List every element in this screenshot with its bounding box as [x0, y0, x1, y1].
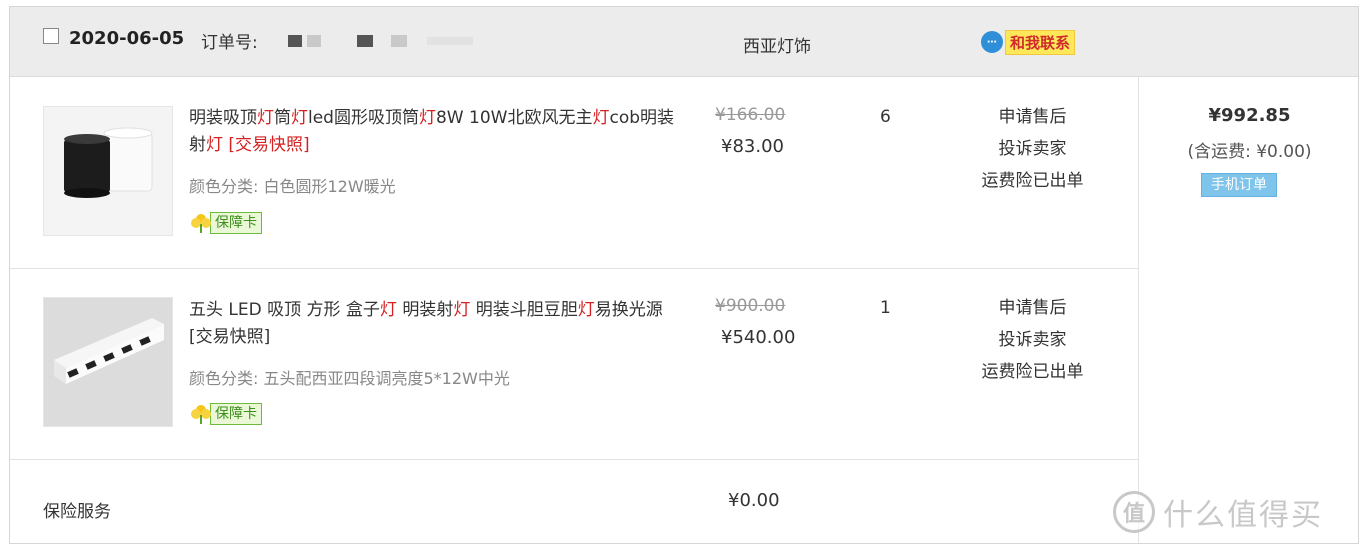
- shipping-fee: (含运费: ¥0.00): [1187, 142, 1312, 162]
- watermark-text: 什么值得买: [1163, 498, 1323, 533]
- order-card: 2020-06-05 订单号: 西亚灯饰 ⋯ 和我联系 明装吸顶灯筒灯led圆形…: [9, 6, 1359, 544]
- item-actions: 申请售后 投诉卖家 运费险已出单: [970, 101, 1095, 197]
- contact-seller-label: 和我联系: [1005, 29, 1076, 55]
- title-text: 明装斗胆豆胆: [470, 300, 578, 320]
- unit-price: ¥540.00: [721, 327, 796, 348]
- shipping-insurance-link[interactable]: 运费险已出单: [970, 356, 1095, 388]
- unit-price: ¥83.00: [721, 136, 784, 157]
- title-text: 筒: [274, 108, 291, 128]
- quantity: 1: [880, 298, 891, 318]
- original-price: ¥900.00: [715, 296, 786, 316]
- order-number-mask: [391, 35, 407, 47]
- quantity: 6: [880, 107, 891, 127]
- title-text: led圆形吸顶筒: [308, 108, 419, 128]
- item-actions: 申请售后 投诉卖家 运费险已出单: [970, 292, 1095, 388]
- order-select-checkbox[interactable]: [43, 28, 59, 44]
- guarantee-card-badge[interactable]: 保障卡: [190, 211, 262, 235]
- table-row: 五头 LED 吸顶 方形 盒子灯 明装射灯 明装斗胆豆胆灯易换光源 [交易快照]…: [10, 269, 1138, 460]
- original-price: ¥166.00: [715, 105, 786, 125]
- chat-bubble-icon: ⋯: [981, 31, 1003, 53]
- contact-seller-button[interactable]: ⋯ 和我联系: [981, 29, 1076, 55]
- order-number-label: 订单号:: [201, 33, 258, 53]
- order-date: 2020-06-05: [69, 28, 185, 49]
- order-number-mask: [288, 35, 302, 47]
- product-spec: 颜色分类: 五头配西亚四段调亮度5*12W中光: [189, 369, 510, 388]
- title-keyword-highlight: [交易快照]: [223, 135, 310, 155]
- title-keyword-highlight: 灯: [418, 108, 436, 128]
- product-title-link[interactable]: 明装吸顶灯筒灯led圆形吸顶筒灯8W 10W北欧风无主灯cob明装射灯 [交易快…: [189, 105, 679, 159]
- order-header: 2020-06-05 订单号: 西亚灯饰 ⋯ 和我联系: [10, 7, 1358, 77]
- watermark: 值 什么值得买: [1113, 490, 1323, 534]
- insurance-service-label: 保险服务: [43, 502, 111, 522]
- mobile-order-badge[interactable]: 手机订单: [1201, 173, 1277, 197]
- shop-name-link[interactable]: 西亚灯饰: [743, 32, 811, 57]
- title-keyword-highlight: 灯: [291, 108, 308, 128]
- title-text: 五头 LED 吸顶 方形 盒子: [189, 300, 380, 320]
- title-text: 8W 10W北欧风无主: [435, 108, 593, 128]
- product-image[interactable]: [43, 106, 173, 236]
- apply-after-sales-link[interactable]: 申请售后: [970, 101, 1095, 133]
- order-number-mask: [357, 35, 373, 47]
- guarantee-card-badge[interactable]: 保障卡: [190, 402, 262, 426]
- box-light-image: [44, 298, 172, 426]
- title-keyword-highlight: 灯: [206, 135, 223, 155]
- order-number-mask: [307, 35, 321, 47]
- shipping-insurance-link[interactable]: 运费险已出单: [970, 165, 1095, 197]
- flower-icon: [190, 212, 212, 234]
- complain-seller-link[interactable]: 投诉卖家: [970, 324, 1095, 356]
- title-keyword-highlight: 灯: [257, 108, 274, 128]
- apply-after-sales-link[interactable]: 申请售后: [970, 292, 1095, 324]
- order-number-mask: [427, 37, 473, 45]
- order-total-column: ¥992.85 (含运费: ¥0.00) 手机订单: [1138, 77, 1360, 543]
- guarantee-card-label: 保障卡: [210, 403, 262, 425]
- title-text: 明装吸顶: [189, 108, 257, 128]
- product-image[interactable]: [43, 297, 173, 427]
- order-total: ¥992.85: [1208, 105, 1291, 126]
- insurance-price: ¥0.00: [728, 490, 780, 511]
- flower-icon: [190, 403, 212, 425]
- product-title-link[interactable]: 五头 LED 吸顶 方形 盒子灯 明装射灯 明装斗胆豆胆灯易换光源 [交易快照]: [189, 297, 679, 351]
- downlight-image: [44, 107, 172, 235]
- title-keyword-highlight: 灯: [592, 108, 610, 128]
- watermark-logo-icon: 值: [1113, 491, 1155, 533]
- table-row: 明装吸顶灯筒灯led圆形吸顶筒灯8W 10W北欧风无主灯cob明装射灯 [交易快…: [10, 77, 1138, 269]
- product-spec: 颜色分类: 白色圆形12W暖光: [189, 177, 396, 196]
- guarantee-card-label: 保障卡: [210, 212, 262, 234]
- title-text: 明装射: [396, 300, 454, 320]
- title-keyword-highlight: 灯: [379, 300, 397, 320]
- title-keyword-highlight: 灯: [453, 300, 471, 320]
- title-keyword-highlight: 灯: [577, 300, 595, 320]
- complain-seller-link[interactable]: 投诉卖家: [970, 133, 1095, 165]
